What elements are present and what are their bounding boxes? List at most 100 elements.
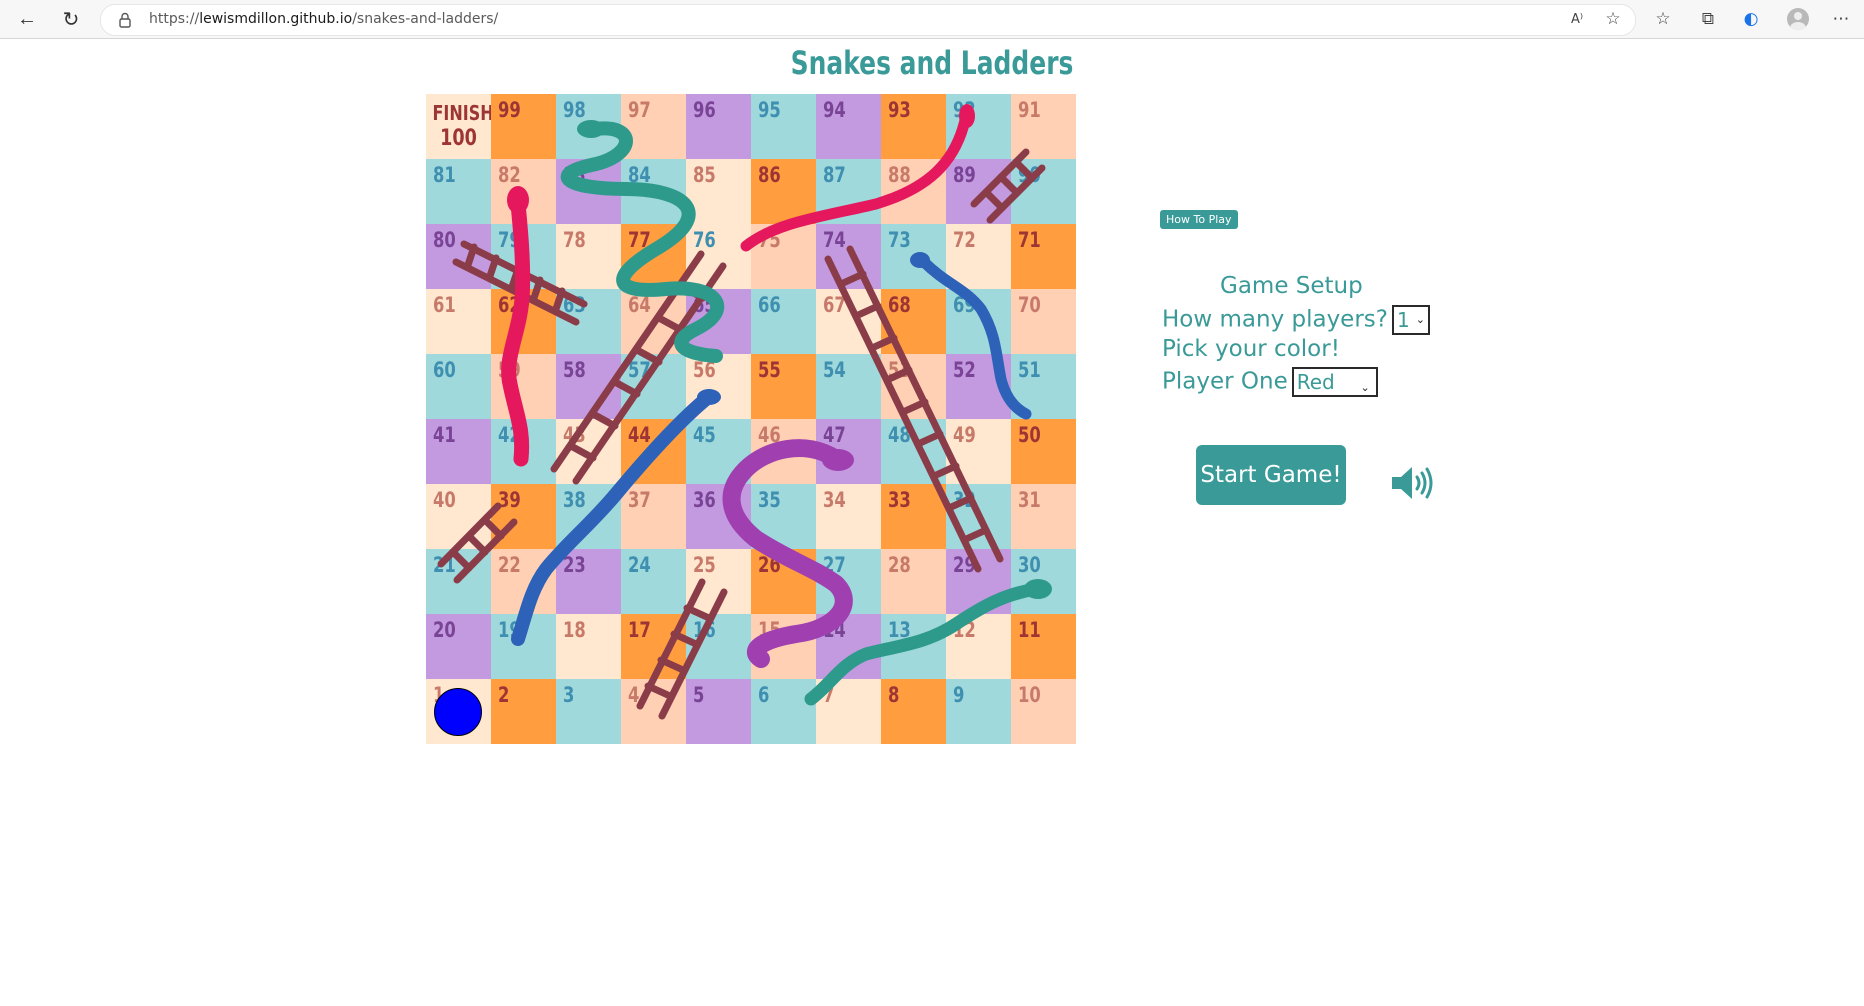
profile-avatar[interactable]	[1787, 8, 1809, 30]
board-square: 58	[556, 354, 621, 419]
how-to-play-button[interactable]: How To Play	[1160, 210, 1238, 229]
board-square: 63	[556, 289, 621, 354]
board-square: 65	[686, 289, 751, 354]
chevron-down-icon: ⌄	[1415, 312, 1425, 326]
board-square: 82	[491, 159, 556, 224]
board-square: 90	[1011, 159, 1076, 224]
board-square: 51	[1011, 354, 1076, 419]
add-favorite-icon[interactable]: ☆	[1600, 6, 1626, 32]
square-number: 75	[758, 228, 781, 252]
board-square: 35	[751, 484, 816, 549]
square-number: 19	[498, 618, 521, 642]
board-square: 25	[686, 549, 751, 614]
speaker-icon[interactable]	[1390, 464, 1434, 502]
square-number: 78	[563, 228, 586, 252]
square-number: 11	[1018, 618, 1041, 642]
square-number: 2	[498, 683, 510, 707]
board-square: 53	[881, 354, 946, 419]
board-square: 62	[491, 289, 556, 354]
player-one-row: Player One Red ⌄	[1162, 367, 1378, 397]
square-number: 64	[628, 293, 651, 317]
square-number: 76	[693, 228, 716, 252]
square-number: 7	[823, 683, 835, 707]
square-number: 5	[693, 683, 705, 707]
address-bar[interactable]: https://lewismdillon.github.io/snakes-an…	[100, 4, 1636, 36]
square-number: 39	[498, 488, 521, 512]
square-number: 82	[498, 163, 521, 187]
board-square: 21	[426, 549, 491, 614]
board-square: 93	[881, 94, 946, 159]
square-number: 20	[433, 618, 456, 642]
square-number: 10	[1018, 683, 1041, 707]
setup-heading: Game Setup	[1220, 273, 1363, 299]
square-number: 54	[823, 358, 846, 382]
square-number: 28	[888, 553, 911, 577]
board-square: 28	[881, 549, 946, 614]
square-number: 22	[498, 553, 521, 577]
board-square: 79	[491, 224, 556, 289]
square-number: 25	[693, 553, 716, 577]
board-square: 26	[751, 549, 816, 614]
square-number: 96	[693, 98, 716, 122]
board-square: 91	[1011, 94, 1076, 159]
board-square: 39	[491, 484, 556, 549]
board-square: 54	[816, 354, 881, 419]
square-number: 50	[1018, 423, 1041, 447]
pick-color-label: Pick your color!	[1162, 336, 1340, 362]
board-square: 78	[556, 224, 621, 289]
board-square: 31	[1011, 484, 1076, 549]
board-square: 46	[751, 419, 816, 484]
player-one-color-select[interactable]: Red ⌄	[1291, 367, 1378, 397]
board-square: 92	[946, 94, 1011, 159]
board-square: 94	[816, 94, 881, 159]
square-number: 13	[888, 618, 911, 642]
back-icon[interactable]: ←	[12, 4, 42, 34]
square-number: 16	[693, 618, 716, 642]
square-number: 18	[563, 618, 586, 642]
square-number: 59	[498, 358, 521, 382]
read-aloud-icon[interactable]: A⁾	[1564, 6, 1590, 32]
board-square: 69	[946, 289, 1011, 354]
reload-icon[interactable]: ↻	[56, 4, 86, 34]
board-square: 10	[1011, 679, 1076, 744]
board-square: 74	[816, 224, 881, 289]
square-number: 77	[628, 228, 651, 252]
start-game-button[interactable]: Start Game!	[1196, 445, 1346, 505]
page-title: Snakes and Ladders	[790, 44, 1074, 82]
players-select[interactable]: 1 ⌄	[1391, 305, 1430, 335]
square-number: 12	[953, 618, 976, 642]
game-board[interactable]: FINISH 100 99 98 97 96 95 94 93 92 91 81 82 83 84 85 86 8…	[426, 94, 1076, 744]
board-square: 41	[426, 419, 491, 484]
square-number: 53	[888, 358, 911, 382]
board-square: 11	[1011, 614, 1076, 679]
collections-icon[interactable]: ⧉	[1695, 6, 1721, 32]
square-number: 60	[433, 358, 456, 382]
board-square: 80	[426, 224, 491, 289]
board-square: 48	[881, 419, 946, 484]
finish-label: FINISH	[432, 101, 492, 125]
board-square: 22	[491, 549, 556, 614]
favorites-icon[interactable]: ☆	[1650, 6, 1676, 32]
board-square: 44	[621, 419, 686, 484]
square-number: 34	[823, 488, 846, 512]
square-number: 36	[693, 488, 716, 512]
more-menu-icon[interactable]: ⋯	[1828, 6, 1854, 32]
board-square: 83	[556, 159, 621, 224]
board-square: 2	[491, 679, 556, 744]
square-number: 3	[563, 683, 575, 707]
square-number: 91	[1018, 98, 1041, 122]
board-square: 75	[751, 224, 816, 289]
square-number: 51	[1018, 358, 1041, 382]
board-square: 67	[816, 289, 881, 354]
square-number: 4	[628, 683, 640, 707]
edge-extension-icon[interactable]: ◐	[1738, 6, 1764, 32]
square-number: 87	[823, 163, 846, 187]
square-number: 58	[563, 358, 586, 382]
board-square: 14	[816, 614, 881, 679]
board-square: 99	[491, 94, 556, 159]
square-number: 40	[433, 488, 456, 512]
url-text: https://lewismdillon.github.io/snakes-an…	[149, 11, 499, 27]
board-square: 32	[946, 484, 1011, 549]
square-number: 81	[433, 163, 456, 187]
board-square: 33	[881, 484, 946, 549]
